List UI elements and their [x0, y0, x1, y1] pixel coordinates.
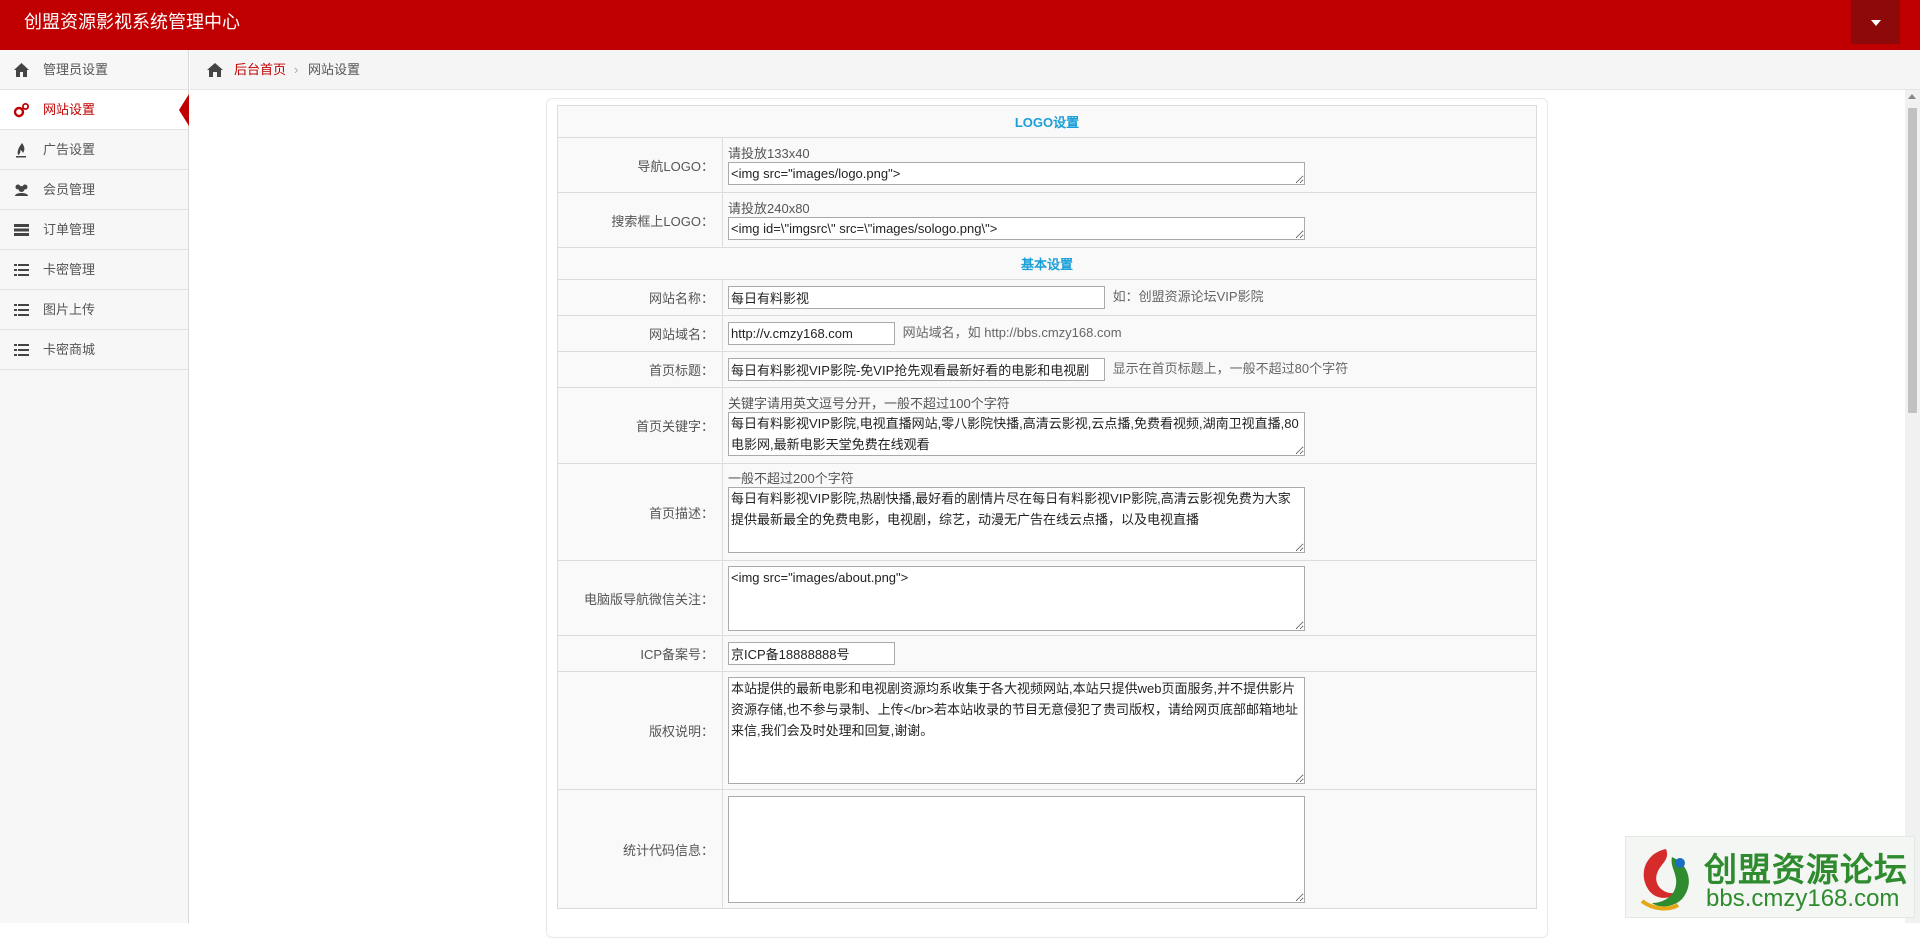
- sidebar-item-label: 管理员设置: [43, 62, 109, 77]
- copyright-textarea[interactable]: 本站提供的最新电影和电视剧资源均系收集于各大视频网站,本站只提供web页面服务,…: [728, 677, 1305, 784]
- site-domain-label: 网站域名：: [557, 315, 723, 352]
- users-icon: [15, 184, 28, 196]
- home-keywords-textarea[interactable]: 每日有料影视VIP影院,电视直播网站,零八影院快播,高清云影视,云点播,免费看视…: [728, 411, 1305, 456]
- sidebar-item-member-management[interactable]: 会员管理: [0, 170, 188, 210]
- sidebar-item-label: 图片上传: [43, 302, 96, 317]
- section-title-basic: 基本设置: [557, 247, 1537, 280]
- watermark-logo: 创盟资源论坛 bbs.cmzy168.com: [1625, 836, 1915, 918]
- sidebar-item-label: 网站设置: [43, 102, 96, 117]
- icp-input[interactable]: [728, 642, 895, 665]
- site-name-label: 网站名称：: [557, 279, 723, 316]
- sidebar-item-admin-settings[interactable]: 管理员设置: [0, 50, 188, 90]
- page-scrollbar[interactable]: [1905, 90, 1920, 923]
- breadcrumb-home-link[interactable]: 后台首页: [234, 50, 286, 90]
- home-title-input[interactable]: [728, 358, 1105, 382]
- sidebar-item-site-settings[interactable]: 网站设置: [0, 90, 189, 130]
- watermark-title: 创盟资源论坛: [1704, 851, 1908, 888]
- sidebar-item-ad-settings[interactable]: 广告设置: [0, 130, 188, 170]
- fire-icon: [16, 143, 26, 158]
- breadcrumb-separator: ›: [294, 62, 299, 77]
- nav-logo-textarea[interactable]: <img src="images/logo.png">: [728, 161, 1305, 185]
- sidebar-item-image-upload[interactable]: 图片上传: [0, 290, 188, 330]
- top-bar: 创盟资源影视系统管理中心: [0, 0, 1920, 50]
- search-logo-textarea[interactable]: <img id=\"imgsrc\" src=\"images/sologo.p…: [728, 216, 1305, 240]
- icp-label: ICP备案号：: [557, 635, 723, 672]
- watermark-url: bbs.cmzy168.com: [1706, 885, 1900, 912]
- sidebar-item-card-management[interactable]: 卡密管理: [0, 250, 188, 290]
- list-icon: [14, 344, 29, 356]
- home-desc-label: 首页描述：: [557, 463, 723, 561]
- sidebar-item-label: 广告设置: [43, 142, 96, 157]
- site-domain-hint: 网站域名，如 http://bbs.cmzy168.com: [902, 324, 1122, 340]
- site-name-hint: 如：创盟资源论坛VIP影院: [1112, 288, 1264, 304]
- scroll-thumb[interactable]: [1908, 108, 1917, 413]
- stats-code-textarea[interactable]: [728, 795, 1305, 903]
- nav-logo-hint: 请投放133x40: [728, 145, 810, 161]
- home-desc-textarea[interactable]: 每日有料影视VIP影院,热剧快播,最好看的剧情片尽在每日有料影视VIP影院,高清…: [728, 487, 1305, 553]
- gears-icon: [13, 103, 29, 118]
- list-icon: [14, 304, 29, 316]
- home-keywords-label: 首页关键字：: [557, 387, 723, 464]
- wechat-textarea[interactable]: <img src="images/about.png">: [728, 565, 1305, 631]
- home-icon: [14, 63, 29, 77]
- user-menu-toggle[interactable]: [1851, 0, 1900, 44]
- copyright-label: 版权说明：: [557, 671, 723, 790]
- site-domain-input[interactable]: [728, 322, 895, 346]
- site-name-input[interactable]: [728, 286, 1105, 310]
- sidebar-item-order-management[interactable]: 订单管理: [0, 210, 188, 250]
- home-title-hint: 显示在首页标题上，一般不超过80个字符: [1112, 360, 1349, 376]
- search-logo-hint: 请投放240x80: [728, 200, 810, 216]
- sidebar-item-label: 卡密商城: [43, 342, 96, 357]
- section-title-logo: LOGO设置: [557, 105, 1537, 138]
- caret-down-icon: [1871, 20, 1881, 26]
- wechat-label: 电脑版导航微信关注：: [557, 560, 723, 636]
- breadcrumb-current: 网站设置: [308, 62, 361, 77]
- settings-form: LOGO设置 导航LOGO： 请投放133x40 <img src="image…: [557, 105, 1537, 909]
- server-icon: [14, 224, 29, 236]
- scroll-up-icon[interactable]: [1908, 94, 1916, 99]
- sidebar-item-label: 订单管理: [43, 222, 96, 237]
- home-title-label: 首页标题：: [557, 351, 723, 388]
- home-icon[interactable]: [206, 62, 224, 78]
- sidebar-item-label: 会员管理: [43, 182, 96, 197]
- search-logo-label: 搜索框上LOGO：: [557, 192, 723, 248]
- stats-code-label: 统计代码信息：: [557, 789, 723, 909]
- forum-logo-icon: [1640, 849, 1689, 911]
- list-icon: [14, 264, 29, 276]
- breadcrumb: 后台首页 › 网站设置: [190, 50, 1920, 90]
- home-keywords-hint: 关键字请用英文逗号分开，一般不超过100个字符: [728, 395, 1010, 411]
- sidebar: 管理员设置 网站设置 广告设置 会员管理 订单管理 卡密管理 图片上传 卡密商城: [0, 50, 189, 923]
- sidebar-item-label: 卡密管理: [43, 262, 96, 277]
- app-title: 创盟资源影视系统管理中心: [24, 12, 240, 32]
- home-desc-hint: 一般不超过200个字符: [728, 471, 854, 486]
- nav-logo-label: 导航LOGO：: [557, 137, 723, 193]
- sidebar-item-card-shop[interactable]: 卡密商城: [0, 330, 188, 370]
